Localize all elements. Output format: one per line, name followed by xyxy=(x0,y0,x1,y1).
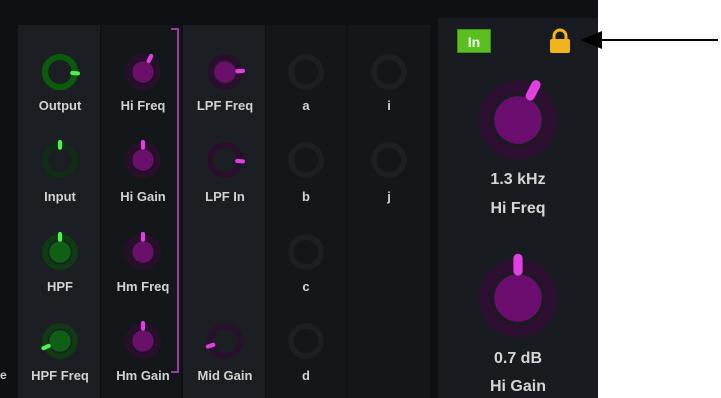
knob-ring xyxy=(371,54,407,90)
lock-icon[interactable] xyxy=(547,28,573,54)
inspector-knob-hi-freq[interactable] xyxy=(470,72,566,173)
in-button[interactable]: In xyxy=(457,29,491,53)
knob-ring xyxy=(371,142,407,178)
knob-hpf-freq[interactable] xyxy=(38,319,82,368)
param-value-1: 1.3 kHz xyxy=(490,171,546,188)
knob-label: LPF Freq xyxy=(196,98,254,113)
knob-body xyxy=(49,330,71,352)
knob-lpf-freq[interactable] xyxy=(203,50,247,99)
knob-output[interactable] xyxy=(38,50,82,99)
eq-group-bracket xyxy=(171,28,179,373)
knob-lpf-in[interactable] xyxy=(203,138,247,187)
knob-hm-freq[interactable] xyxy=(121,230,165,279)
knob-ring xyxy=(288,234,324,270)
knob-label: a xyxy=(302,98,310,113)
knob-ring xyxy=(288,142,324,178)
knob-a xyxy=(284,50,328,99)
knob-label: Input xyxy=(44,189,76,204)
knob-hpf[interactable] xyxy=(38,230,82,279)
knob-hi-freq[interactable] xyxy=(121,50,165,99)
inspector-knob-hi-gain[interactable] xyxy=(470,250,566,351)
knob-body xyxy=(132,149,154,171)
knob-label: i xyxy=(387,98,391,113)
knob-b xyxy=(284,138,328,187)
knob-ring xyxy=(207,323,243,359)
knob-body xyxy=(494,274,542,322)
knob-label: HPF xyxy=(47,279,73,294)
knob-c xyxy=(284,230,328,279)
knob-label: LPF In xyxy=(205,189,245,204)
knob-indicator xyxy=(205,342,216,349)
callout-arrow xyxy=(580,31,718,49)
knob-body xyxy=(494,96,542,144)
knob-mid-gain[interactable] xyxy=(203,319,247,368)
knob-hi-gain[interactable] xyxy=(121,138,165,187)
knob-label: Output xyxy=(38,98,82,113)
knob-i xyxy=(367,50,411,99)
knob-hm-gain[interactable] xyxy=(121,319,165,368)
knob-body xyxy=(214,61,236,83)
knob-label: b xyxy=(302,189,310,204)
knob-input[interactable] xyxy=(38,138,82,187)
plugin-panel: Output Input HPF HPF Freq Hi Freq Hi Gain Hm F… xyxy=(0,0,598,398)
knob-indicator xyxy=(525,80,541,101)
knob-label: d xyxy=(302,368,310,383)
knob-label: HPF Freq xyxy=(31,368,89,383)
knob-ring xyxy=(288,323,324,359)
knob-body xyxy=(49,241,71,263)
knob-indicator xyxy=(41,343,51,351)
truncated-label: e xyxy=(0,368,7,382)
knob-body xyxy=(132,61,154,83)
param-value-2: 0.7 dB xyxy=(493,350,542,367)
knob-body xyxy=(132,330,154,352)
knob-indicator xyxy=(146,53,154,64)
knob-label: Mid Gain xyxy=(197,368,253,383)
param-name-1: Hi Freq xyxy=(490,200,546,217)
param-name-2: Hi Gain xyxy=(489,378,546,395)
knob-label: j xyxy=(387,189,391,204)
knob-label: c xyxy=(302,279,310,294)
knob-body xyxy=(132,241,154,263)
knob-d xyxy=(284,319,328,368)
knob-ring xyxy=(288,54,324,90)
knob-j xyxy=(367,138,411,187)
